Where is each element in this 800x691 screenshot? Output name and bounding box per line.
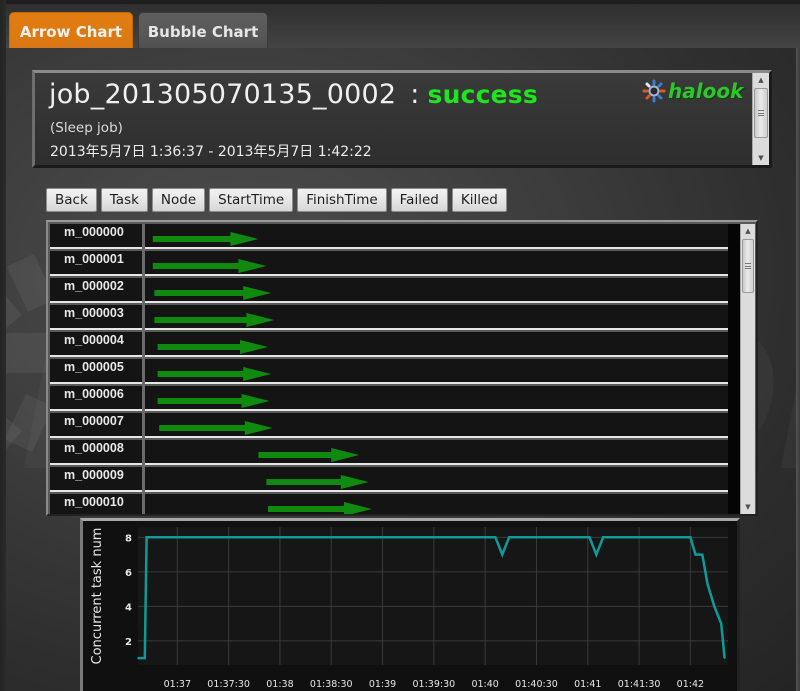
header-scrollbar[interactable]: ▲ ▼ [752, 73, 769, 165]
data-point [508, 536, 510, 539]
sort-starttime-button[interactable]: StartTime [209, 188, 294, 212]
task-arrow[interactable] [152, 259, 267, 273]
task-arrow[interactable] [258, 448, 360, 462]
data-point [602, 536, 604, 539]
x-tick-label: 01:40:30 [515, 679, 558, 690]
job-title: job_201305070135_0002: success [49, 79, 538, 110]
job-header-panel: job_201305070135_0002: success (Sleep job… [32, 70, 772, 168]
job-status-badge: success [427, 80, 538, 109]
scroll-up-icon[interactable]: ▲ [741, 224, 755, 238]
app-window: Arrow Chart Bubble Chart halook job_2013… [0, 0, 800, 691]
halook-logo: halook [642, 79, 743, 103]
data-point [595, 553, 598, 556]
tab-bar: Arrow Chart Bubble Chart [6, 0, 800, 52]
data-point [706, 583, 709, 585]
job-title-separator: : [410, 79, 420, 110]
task-list: m_000000 m_000001 m_000002 m_000003 m_000004… [50, 224, 728, 514]
task-arrow[interactable] [157, 394, 270, 408]
data-point [713, 605, 716, 608]
task-arrow[interactable] [268, 502, 372, 514]
task-list-scrollbar[interactable]: ▲ ▼ [740, 224, 755, 514]
x-tick-label: 01:37:30 [207, 679, 250, 690]
sort-toolbar: Back Task Node StartTime FinishTime Fail… [46, 188, 507, 212]
data-point [501, 553, 504, 556]
data-point [689, 536, 692, 539]
task-arrow[interactable] [154, 286, 272, 300]
job-period: 2013年5月7日 1:36:37 - 2013年5月7日 1:42:22 [50, 144, 372, 160]
scroll-thumb[interactable] [754, 88, 768, 138]
y-tick-label: 2 [125, 637, 132, 648]
x-tick-label: 01:37 [164, 679, 191, 690]
tab-bubble-chart[interactable]: Bubble Chart [138, 12, 268, 52]
y-tick-label: 8 [125, 533, 132, 544]
sort-task-button[interactable]: Task [100, 188, 148, 212]
x-tick-label: 01:40 [471, 679, 498, 690]
data-point [723, 657, 726, 659]
x-tick-label: 01:38:30 [310, 679, 353, 690]
y-tick-label: 6 [125, 568, 132, 579]
grip-icon [745, 263, 751, 269]
back-button[interactable]: Back [46, 188, 97, 212]
logo-text: halook [668, 79, 744, 103]
data-point [494, 536, 497, 539]
filter-killed-button[interactable]: Killed [451, 188, 507, 212]
scroll-up-icon[interactable]: ▲ [753, 73, 769, 87]
task-arrows [152, 232, 372, 514]
data-point [701, 553, 704, 556]
filter-failed-button[interactable]: Failed [390, 188, 448, 212]
data-point [694, 553, 697, 556]
x-tick-label: 01:41:30 [618, 679, 661, 690]
scroll-down-icon[interactable]: ▼ [741, 500, 755, 514]
sort-node-button[interactable]: Node [151, 188, 206, 212]
job-name: (Sleep job) [50, 120, 123, 136]
scroll-down-icon[interactable]: ▼ [753, 151, 769, 165]
gear-logo-icon [642, 79, 666, 103]
data-point [137, 657, 139, 659]
main-content: halook job_201305070135_0002:success (Sl… [6, 48, 800, 691]
window-edge [796, 48, 800, 691]
task-arrow[interactable] [159, 421, 273, 435]
task-arrow[interactable] [157, 340, 268, 354]
concurrency-chart-panel: 2 4 6 8 01:37 01:37:30 01:38 01:38:30 01:39 01:39… [80, 518, 740, 691]
x-tick-label: 01:42 [677, 679, 704, 690]
x-tick-label: 01:38 [266, 679, 293, 690]
x-tick-label: 01:39 [369, 679, 396, 690]
task-list-gutter [728, 224, 740, 514]
task-arrow[interactable] [152, 232, 259, 246]
data-point [588, 536, 591, 539]
data-point [145, 536, 148, 539]
sort-finishtime-button[interactable]: FinishTime [297, 188, 387, 212]
x-tick-label: 01:41 [574, 679, 601, 690]
data-point [144, 657, 146, 659]
grip-icon [758, 110, 764, 116]
task-arrow[interactable] [157, 367, 272, 381]
scroll-thumb[interactable] [742, 239, 754, 293]
task-arrow[interactable] [154, 313, 275, 327]
concurrency-chart: 2 4 6 8 01:37 01:37:30 01:38 01:38:30 01:39 01:39… [90, 527, 728, 690]
data-point [720, 622, 722, 625]
x-tick-label: 01:39:30 [413, 679, 456, 690]
tab-arrow-chart[interactable]: Arrow Chart [9, 12, 133, 52]
y-tick-label: 4 [125, 602, 132, 613]
y-axis-label: Concurrent task num [90, 528, 105, 665]
job-id: job_201305070135_0002 [49, 79, 397, 110]
task-arrow-panel: m_000000 m_000001 m_000002 m_000003 m_000004… [46, 220, 758, 516]
task-arrow[interactable] [266, 475, 369, 489]
